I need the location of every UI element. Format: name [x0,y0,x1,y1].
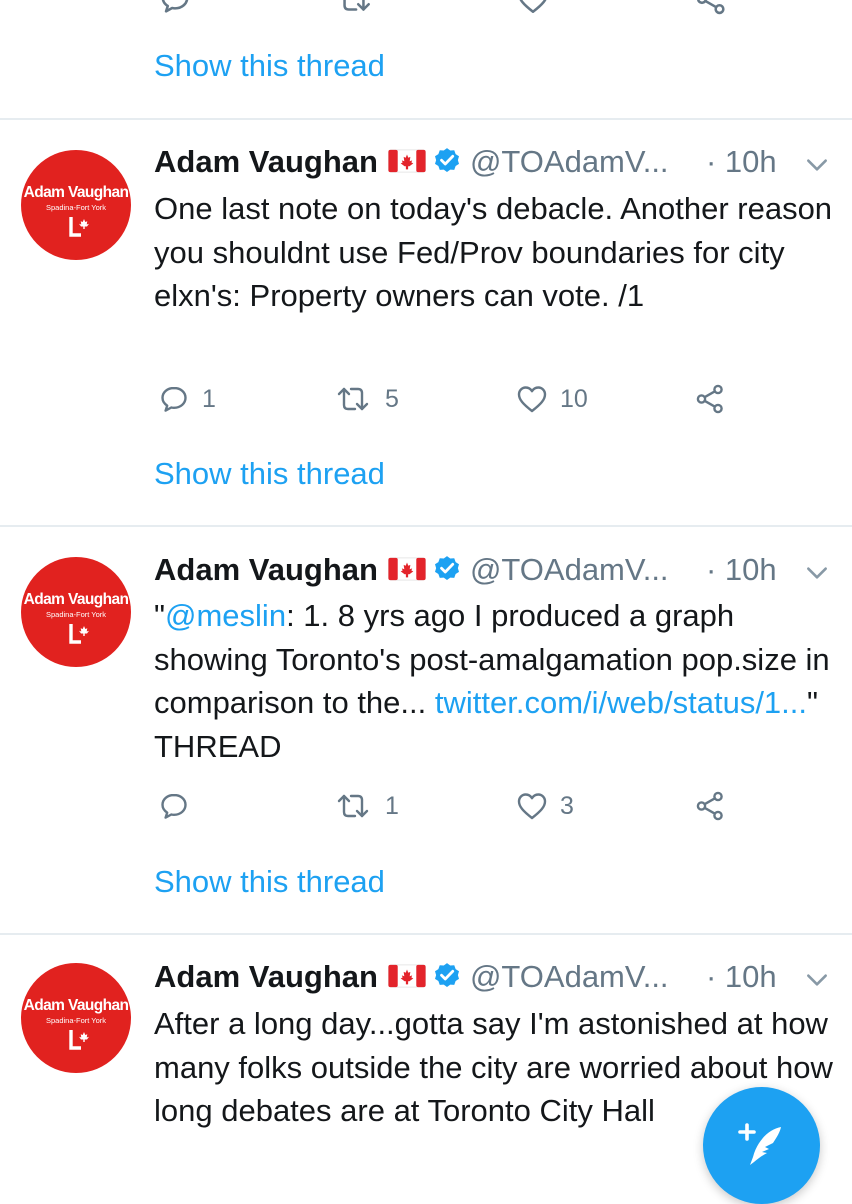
chevron-down-icon[interactable] [804,560,830,586]
like-count: 10 [560,384,588,413]
share-icon [694,790,726,822]
retweet-button[interactable]: 5 [333,379,399,419]
share-icon [694,383,726,415]
show-thread-link[interactable]: Show this thread [154,48,385,84]
canada-flag-icon [388,556,426,582]
reply-icon [158,790,190,822]
reply-icon[interactable] [158,0,192,16]
retweet-count: 5 [385,384,399,413]
tweet-time: · 10h [706,552,777,587]
tweet-text: "@meslin: 1. 8 yrs ago I produced a grap… [154,594,834,768]
show-thread-link[interactable]: Show this thread [154,456,385,492]
heart-icon[interactable] [516,0,550,16]
author-handle[interactable]: @TOAdamV... [470,144,669,179]
reply-button[interactable]: 1 [158,379,216,419]
author-name[interactable]: Adam Vaughan [154,144,378,179]
avatar-logo-riding: Spadina-Fort York [45,203,107,212]
share-button[interactable] [694,786,726,826]
liberal-logo-icon [69,217,89,237]
mention-link[interactable]: @meslin [165,598,286,633]
retweet-count: 1 [385,791,399,820]
liberal-logo-icon [69,624,89,644]
verified-badge-icon [432,960,462,990]
avatar[interactable]: Adam Vaughan Spadina-Fort York [21,557,131,667]
chevron-down-icon[interactable] [804,967,830,993]
liberal-logo-icon [69,1030,89,1050]
verified-badge-icon [432,145,462,175]
retweet-icon [333,383,373,415]
compose-tweet-button[interactable] [703,1087,820,1204]
author-name[interactable]: Adam Vaughan [154,552,378,587]
reply-button[interactable] [158,786,202,826]
tweet-divider [0,118,852,120]
retweet-button[interactable]: 1 [333,786,399,826]
tweet-header: Adam Vaughan @TOAdamV... [154,552,669,592]
reply-count: 1 [202,384,216,413]
show-thread-link[interactable]: Show this thread [154,864,385,900]
author-handle[interactable]: @TOAdamV... [470,959,669,994]
avatar[interactable]: Adam Vaughan Spadina-Fort York [21,150,131,260]
like-button[interactable]: 10 [516,379,588,419]
tweet-actions: 1 5 10 [0,379,852,419]
like-count: 3 [560,791,574,820]
heart-icon [516,790,548,822]
chevron-down-icon[interactable] [804,152,830,178]
compose-tweet-icon [738,1123,781,1165]
avatar-logo-riding: Spadina-Fort York [45,610,107,619]
avatar-logo-riding: Spadina-Fort York [45,1016,107,1025]
avatar[interactable]: Adam Vaughan Spadina-Fort York [21,963,131,1073]
author-handle[interactable]: @TOAdamV... [470,552,669,587]
tweet-header: Adam Vaughan @TOAdamV... [154,144,669,184]
tweet-text: One last note on today's debacle. Anothe… [154,191,833,313]
verified-badge-icon [432,553,462,583]
avatar-logo-name: Adam Vaughan [23,591,129,608]
heart-icon [516,383,548,415]
avatar-logo-name: Adam Vaughan [23,184,129,201]
tweet-time: · 10h [706,959,777,994]
tweet-time: · 10h [706,144,777,179]
tweet-divider [0,933,852,935]
author-name[interactable]: Adam Vaughan [154,959,378,994]
status-link[interactable]: twitter.com/i/web/status/1... [435,685,807,720]
reply-icon [158,383,190,415]
canada-flag-icon [388,963,426,989]
share-icon[interactable] [694,0,728,16]
retweet-icon [333,790,373,822]
share-button[interactable] [694,379,726,419]
previous-tweet-actions [0,0,852,12]
tweet-header: Adam Vaughan @TOAdamV... [154,959,669,999]
tweet-actions: 1 3 [0,786,852,826]
canada-flag-icon [388,148,426,174]
retweet-icon[interactable] [333,0,375,16]
avatar-logo-name: Adam Vaughan [23,997,129,1014]
quote-open: " [154,598,166,633]
tweet-divider [0,525,852,527]
like-button[interactable]: 3 [516,786,574,826]
